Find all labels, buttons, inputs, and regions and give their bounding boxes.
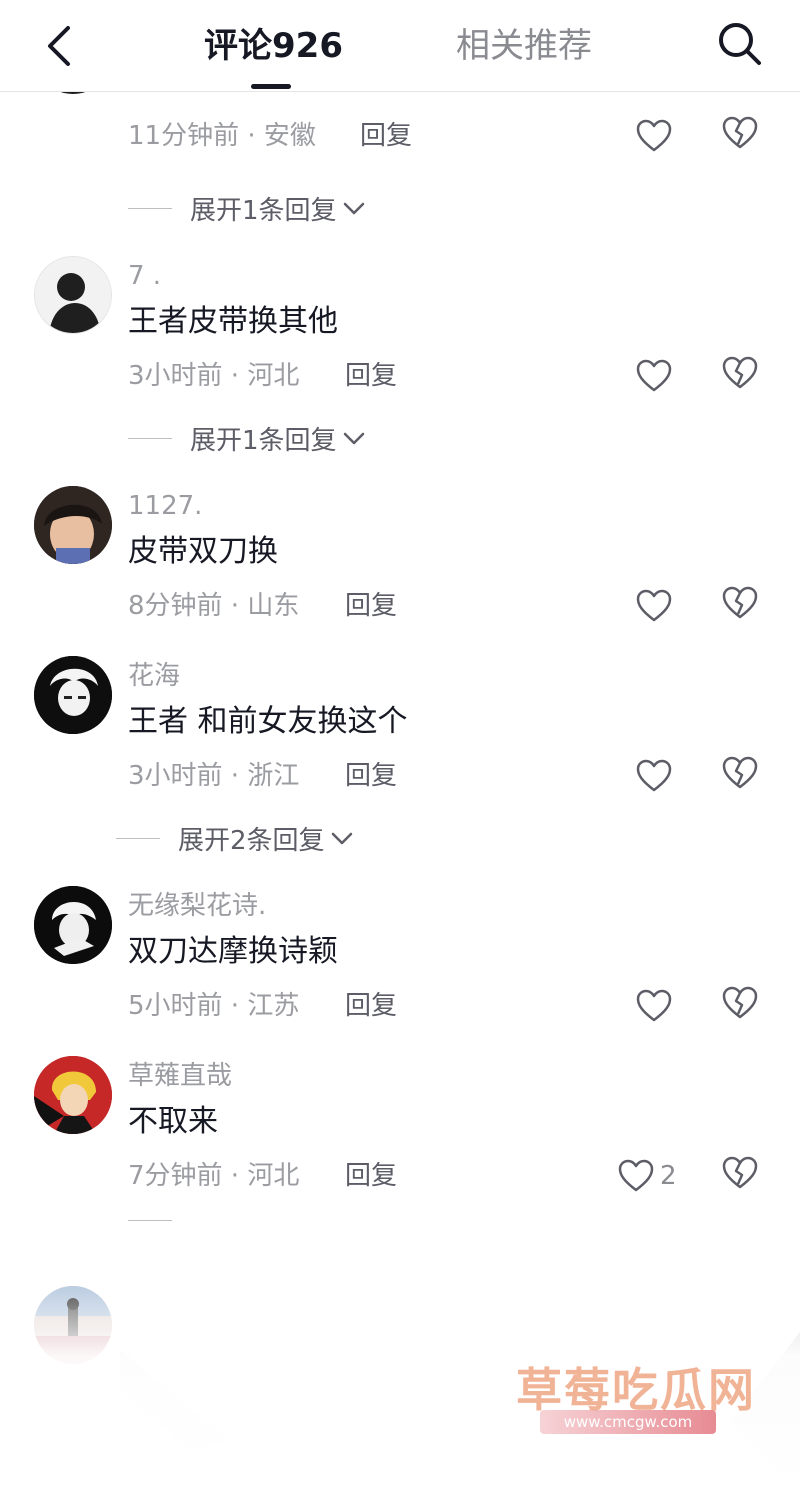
dislike-button[interactable]	[722, 116, 762, 156]
divider	[128, 438, 172, 439]
dislike-button[interactable]	[722, 1156, 762, 1196]
search-button[interactable]	[712, 16, 768, 72]
comment-time: 5小时前	[128, 991, 223, 1021]
comment-item: 11分钟前 · 安徽 回复	[0, 92, 800, 196]
watermark-url: www.cmcgw.com	[540, 1410, 716, 1434]
reply-button[interactable]: 回复	[360, 118, 412, 154]
comment-list: 11分钟前 · 安徽 回复 展开1条回复 7 . 王者皮带换其他 3小时前 · …	[0, 92, 800, 1493]
expand-replies-label: 展开1条回复	[190, 196, 337, 226]
comment-text: 王者皮带换其他	[128, 304, 338, 339]
heart-icon	[636, 359, 672, 392]
comment-location: 浙江	[247, 761, 300, 791]
broken-heart-icon	[722, 356, 758, 389]
comment-text: 不取来	[128, 1104, 218, 1139]
like-button[interactable]	[636, 756, 676, 796]
comment-username[interactable]: 7 .	[128, 258, 161, 294]
avatar[interactable]	[34, 656, 112, 734]
expand-replies-button[interactable]	[128, 1220, 190, 1221]
comment-meta: 8分钟前 · 山东	[128, 591, 300, 621]
top-navigation-bar: 评论926 相关推荐	[0, 0, 800, 92]
avatar[interactable]	[34, 886, 112, 964]
reply-button[interactable]: 回复	[345, 758, 397, 794]
comment-time: 3小时前	[128, 361, 223, 391]
like-button[interactable]: 2	[618, 1156, 688, 1196]
comment-location: 河北	[247, 1161, 300, 1191]
broken-heart-icon	[722, 756, 758, 789]
comment-location: 山东	[247, 591, 300, 621]
broken-heart-icon	[722, 1156, 758, 1189]
comment-username[interactable]: 无缘梨花诗.	[128, 888, 266, 924]
comment-location: 江苏	[247, 991, 300, 1021]
chevron-down-icon	[343, 432, 364, 444]
avatar[interactable]	[34, 92, 112, 94]
comment-location: 安徽	[263, 121, 316, 151]
expand-replies-button[interactable]: 展开1条回复	[128, 420, 365, 457]
broken-heart-icon	[722, 986, 758, 1019]
comment-item: 无缘梨花诗. 双刀达摩换诗颖 5小时前 · 江苏 回复	[0, 886, 800, 1066]
avatar[interactable]	[34, 256, 112, 334]
chevron-down-icon	[331, 832, 352, 844]
dislike-button[interactable]	[722, 586, 762, 626]
chevron-down-icon	[343, 202, 364, 214]
tab-related[interactable]: 相关推荐	[456, 22, 592, 70]
search-icon	[719, 23, 761, 65]
like-button[interactable]	[636, 356, 676, 396]
comment-meta: 7分钟前 · 河北	[128, 1161, 300, 1191]
comment-item: 草薙直哉 不取来 7分钟前 · 河北 回复 2	[0, 1056, 800, 1236]
divider	[128, 208, 172, 209]
avatar[interactable]	[34, 1056, 112, 1134]
comment-time: 8分钟前	[128, 591, 223, 621]
expand-replies-label: 展开2条回复	[178, 826, 325, 856]
heart-icon	[636, 759, 672, 792]
comment-time: 7分钟前	[128, 1161, 223, 1191]
comment-text: 皮带双刀换	[128, 534, 278, 569]
tab-comments[interactable]: 评论926	[204, 22, 343, 70]
like-button[interactable]	[636, 586, 676, 626]
heart-icon	[618, 1159, 654, 1192]
comment-username[interactable]: 草薙直哉	[128, 1058, 232, 1094]
comment-location: 河北	[247, 361, 300, 391]
reply-button[interactable]: 回复	[345, 1158, 397, 1194]
like-count: 2	[660, 1161, 677, 1191]
chevron-left-icon	[48, 26, 70, 66]
expand-replies-button[interactable]: 展开2条回复	[116, 820, 353, 857]
comment-item: 花海 王者 和前女友换这个 3小时前 · 浙江 回复	[0, 656, 800, 836]
comment-username[interactable]: 1127.	[128, 488, 202, 524]
broken-heart-icon	[722, 586, 758, 619]
comment-username[interactable]: 花海	[128, 658, 180, 694]
comment-item: 1127. 皮带双刀换 8分钟前 · 山东 回复	[0, 486, 800, 666]
comment-item: 7 . 王者皮带换其他 3小时前 · 河北 回复	[0, 256, 800, 436]
comment-text: 双刀达摩换诗颖	[128, 934, 338, 969]
heart-icon	[636, 589, 672, 622]
comment-meta: 3小时前 · 浙江	[128, 761, 300, 791]
dislike-button[interactable]	[722, 986, 762, 1026]
divider	[128, 1220, 172, 1221]
dislike-button[interactable]	[722, 756, 762, 796]
dislike-button[interactable]	[722, 356, 762, 396]
comment-time: 11分钟前	[128, 121, 240, 151]
comment-meta: 3小时前 · 河北	[128, 361, 300, 391]
active-tab-indicator	[251, 84, 291, 89]
comment-text: 王者 和前女友换这个	[128, 704, 408, 739]
expand-replies-button[interactable]: 展开1条回复	[128, 190, 365, 227]
comment-meta: 11分钟前 · 安徽	[128, 121, 316, 151]
like-button[interactable]	[636, 116, 676, 156]
divider	[116, 838, 160, 839]
reply-button[interactable]: 回复	[345, 358, 397, 394]
heart-icon	[636, 989, 672, 1022]
comment-time: 3小时前	[128, 761, 223, 791]
reply-button[interactable]: 回复	[345, 988, 397, 1024]
reply-button[interactable]: 回复	[345, 588, 397, 624]
comment-meta: 5小时前 · 江苏	[128, 991, 300, 1021]
back-button[interactable]	[34, 18, 82, 74]
heart-icon	[636, 119, 672, 152]
avatar[interactable]	[34, 486, 112, 564]
like-button[interactable]	[636, 986, 676, 1026]
expand-replies-label: 展开1条回复	[190, 426, 337, 456]
broken-heart-icon	[722, 116, 758, 149]
